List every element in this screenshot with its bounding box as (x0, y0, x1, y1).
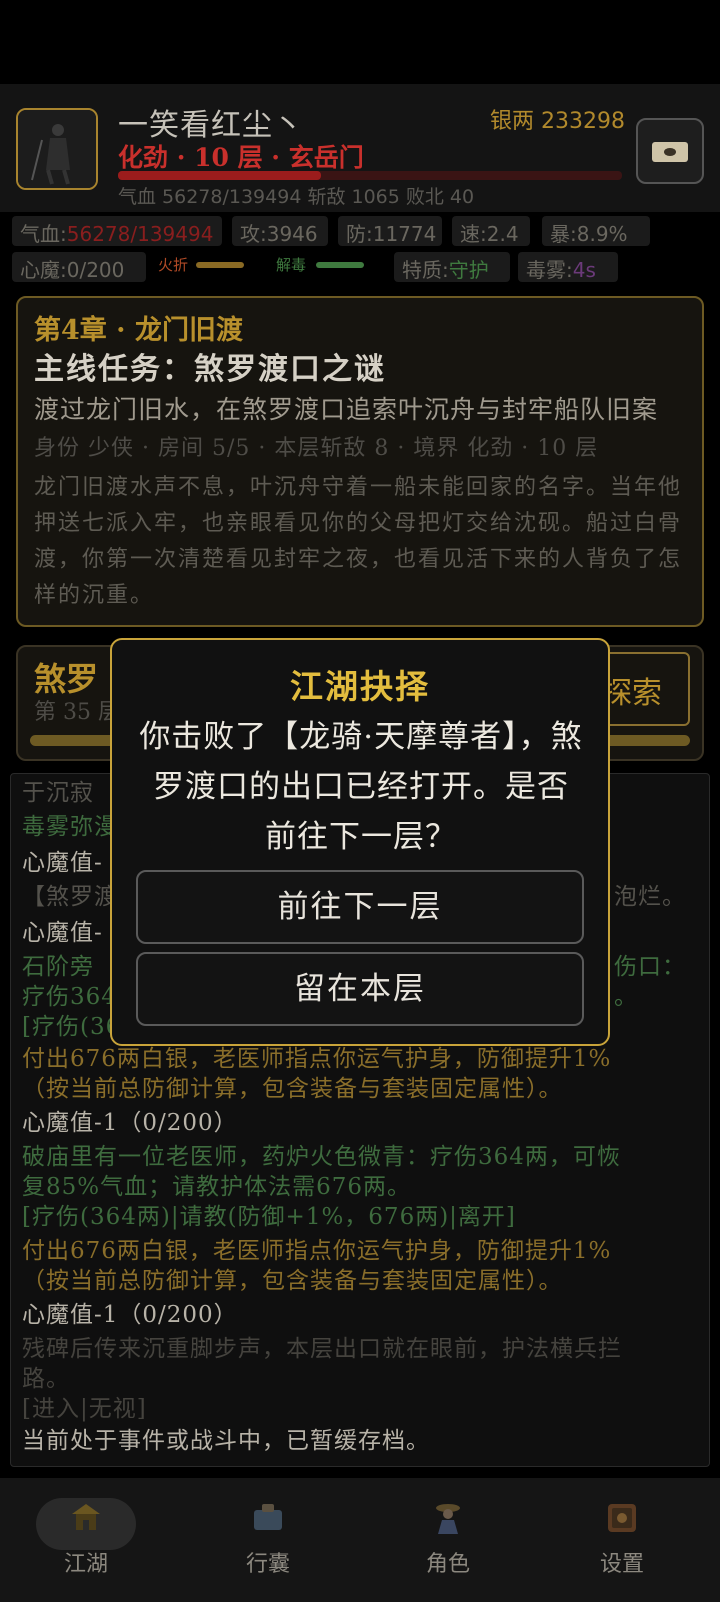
log-line: 心魔值- (22, 920, 103, 946)
trait-chip: 特质:守护 (394, 252, 510, 282)
quest-info: 身份 少侠 · 房间 5/5 · 本层斩敌 8 · 境界 化劲 · 10 层 (34, 436, 599, 461)
nav-settings-label: 设置 (599, 1552, 644, 1577)
log-line[interactable]: [进入|无视] (22, 1394, 147, 1424)
log-line: 伤口： (614, 954, 686, 980)
player-realm: 化劲 · 10 层 · 玄岳门 (118, 143, 364, 172)
log-line: 路。 (22, 1366, 70, 1392)
nav-settings[interactable]: 设置 (572, 1494, 672, 1592)
floor-number: 第 35 层 (34, 700, 120, 725)
log-line: 石阶旁 (22, 954, 94, 980)
log-line: 泡烂。 (614, 884, 686, 910)
settings-scroll-icon (608, 1504, 636, 1532)
poison-chip: 毒雾:4s (518, 252, 618, 282)
main-quest-title: 主线任务：煞罗渡口之谜 (34, 352, 386, 387)
dialog-message: 你击败了【龙骑·天摩尊者】，煞罗渡口的出口已经打开。是否前往下一层？ (139, 719, 583, 855)
log-line: 付出676两白银，老医师指点你运气护身，防御提升1% (22, 1046, 612, 1072)
demon-chip: 心魔:0/200 (12, 252, 146, 282)
nav-role[interactable]: 角色 (398, 1494, 498, 1592)
log-line: 心魔值-1（0/200） (22, 1110, 238, 1136)
chapter-title: 第4章 · 龙门旧渡 (34, 315, 243, 346)
log-line: （按当前总防御计算，包含装备与套装固定属性）。 (22, 1076, 563, 1102)
poison-label: 毒雾: (526, 258, 573, 282)
log-line: 。 (614, 984, 638, 1010)
nav-jianghu-label: 江湖 (63, 1552, 108, 1577)
nav-role-label: 角色 (425, 1552, 470, 1577)
warrior-icon (18, 110, 96, 188)
log-line: 破庙里有一位老医师，药炉火色微青：疗伤364两，可恢 (22, 1144, 621, 1170)
log-line: （按当前总防御计算，包含装备与套装固定属性）。 (22, 1268, 563, 1294)
crit-chip: 暴:8.9% (542, 216, 650, 246)
speed-chip: 速:2.4 (452, 216, 530, 246)
trait-label: 特质: (402, 258, 449, 282)
character-portrait[interactable] (16, 108, 98, 190)
player-stats-line: 气血 56278/139494 斩敌 1065 败北 40 (118, 186, 475, 208)
hp-chip-label: 气血: (20, 222, 67, 246)
detox-label: 解毒 (276, 256, 307, 274)
bag-icon (254, 1504, 282, 1530)
log-line: 付出676两白银，老医师指点你运气护身，防御提升1% (22, 1238, 612, 1264)
quest-story: 龙门旧渡水声不息，叶沉舟守着一船未能回家的名字。当年他押送七派入牢，也亲眼看见你… (34, 475, 683, 608)
log-line: 心魔值-1（0/200） (22, 1302, 238, 1328)
fire-break-bar (196, 262, 244, 268)
nav-bag[interactable]: 行囊 (218, 1494, 318, 1592)
hp-bar (118, 171, 622, 180)
log-line: 心魔值- (22, 850, 103, 876)
defense-chip: 防:11774 (338, 216, 442, 246)
pavilion-icon (72, 1504, 100, 1530)
log-line: [疗伤(36 (22, 1014, 122, 1040)
log-line: 【煞罗渡 (22, 884, 118, 910)
hp-chip: 气血:56278/139494 (12, 216, 222, 246)
log-line: 残碑后传来沉重脚步声，本层出口就在眼前，护法横兵拦 (22, 1336, 622, 1362)
character-icon (436, 1504, 460, 1534)
nav-jianghu[interactable]: 江湖 (36, 1494, 136, 1592)
attack-chip: 攻:3946 (232, 216, 328, 246)
nav-bag-label: 行囊 (245, 1552, 290, 1577)
dialog-title: 江湖抉择 (290, 667, 430, 706)
scroll-menu-button[interactable] (636, 118, 704, 184)
hp-bar-fill (118, 171, 322, 180)
log-line: 当前处于事件或战斗中，已暂缓存档。 (22, 1428, 430, 1454)
stay-floor-button[interactable]: 留在本层 (136, 952, 584, 1026)
poison-value: 4s (572, 258, 596, 282)
log-line[interactable]: [疗伤(364两)|请教(防御+1%，676两)|离开] (22, 1202, 516, 1232)
quest-goal: 渡过龙门旧水，在煞罗渡口追索叶沉舟与封牢船队旧案 (34, 395, 659, 424)
log-line: 毒雾弥漫 (22, 814, 118, 840)
hp-chip-value: 56278/139494 (66, 222, 214, 246)
scroll-icon (652, 142, 688, 162)
log-line: 疗伤364 (22, 984, 117, 1010)
fire-break-label: 火折 (158, 256, 189, 274)
detox-bar (316, 262, 364, 268)
go-next-floor-button[interactable]: 前往下一层 (136, 870, 584, 944)
log-line: 复85%气血；请教护体法需676两。 (22, 1174, 412, 1200)
log-line: 于沉寂 (22, 780, 94, 806)
trait-value: 守护 (448, 258, 489, 282)
silver-count: 银两 233298 (490, 109, 625, 134)
